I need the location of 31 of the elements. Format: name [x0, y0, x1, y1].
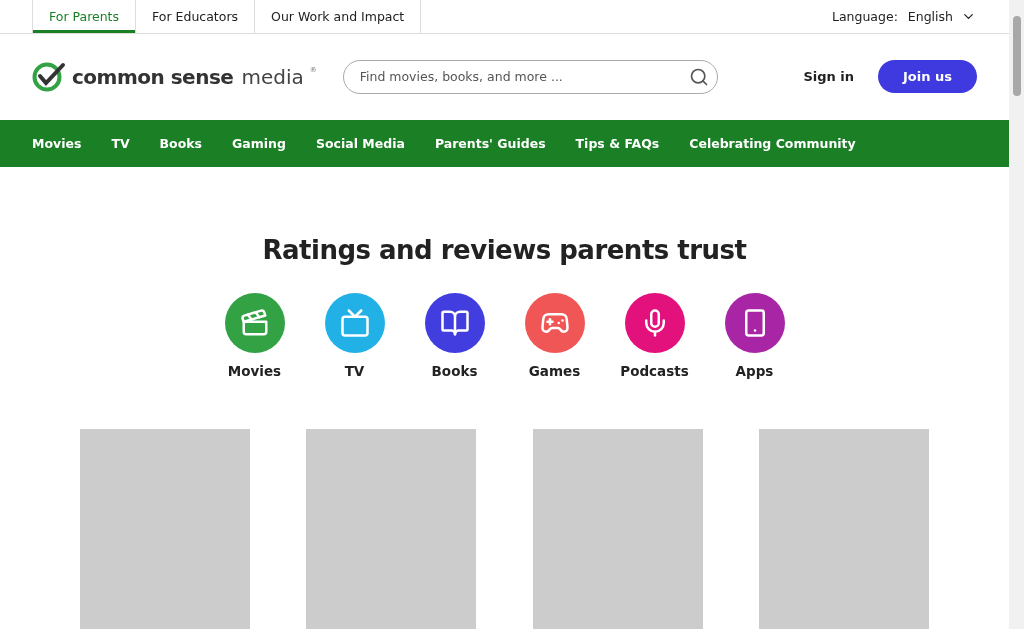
clapperboard-icon	[239, 308, 270, 338]
nav-link[interactable]: Gaming	[232, 136, 286, 152]
nav-link[interactable]: Books	[159, 136, 203, 152]
language-select[interactable]: English	[907, 8, 976, 24]
checkmark-logo-icon	[32, 61, 66, 92]
category-label[interactable]: Apps	[735, 363, 774, 379]
category-label[interactable]: Podcasts	[620, 363, 689, 379]
audience-tab[interactable]: Our Work and Impact	[255, 0, 422, 33]
nav-link[interactable]: Movies	[32, 136, 82, 152]
book-icon	[439, 308, 470, 338]
sign-in-link[interactable]: Sign in	[803, 69, 854, 85]
logo-text: media	[241, 64, 304, 89]
category-label[interactable]: TV	[344, 363, 365, 379]
nav-link[interactable]: Tips & FAQs	[575, 136, 660, 152]
scrollbar[interactable]	[1009, 0, 1024, 629]
category-label[interactable]: Games	[528, 363, 581, 379]
logo-text: common sense	[72, 64, 234, 89]
page-heading: Ratings and reviews parents trust	[262, 235, 747, 265]
nav-link[interactable]: Social Media	[315, 136, 405, 152]
nav-link[interactable]: Celebrating Community	[689, 136, 856, 152]
join-button[interactable]: Join us	[878, 60, 977, 94]
search-icon[interactable]	[688, 66, 709, 87]
tv-icon	[339, 308, 370, 338]
language-label: Language:	[831, 8, 898, 24]
audience-tab[interactable]: For Educators	[136, 0, 256, 33]
category-label[interactable]: Books	[431, 363, 478, 379]
category-label[interactable]: Movies	[227, 363, 282, 379]
search-field[interactable]: Find movies, books, and more ...	[342, 59, 718, 94]
nav-link[interactable]: Parents' Guides	[434, 136, 546, 152]
nav-link[interactable]: TV	[111, 136, 130, 152]
audience-tab[interactable]: For Parents	[32, 0, 137, 33]
